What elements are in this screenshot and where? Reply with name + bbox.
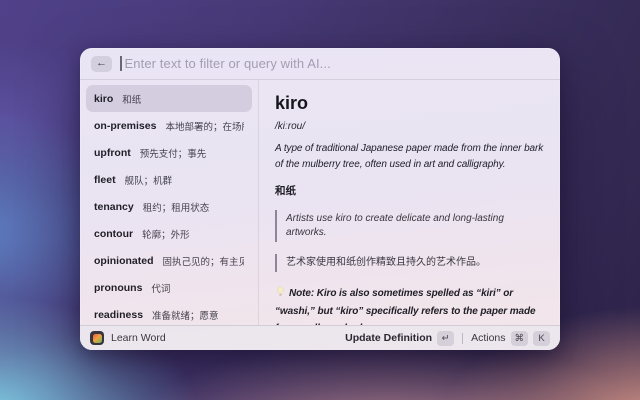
update-definition-label: Update Definition <box>345 332 433 344</box>
word-translation: 预先支付；事先 <box>139 148 207 160</box>
return-key-badge: ↵ <box>437 330 455 346</box>
word-label: opinionated <box>94 254 154 267</box>
word-translation: 固执己见的；有主见的 <box>162 256 245 268</box>
example-quote-en: Artists use kiro to create delicate and … <box>275 210 544 242</box>
app-icon-glyph <box>92 333 102 343</box>
pronunciation: /kiːrou/ <box>275 121 306 132</box>
search-input[interactable]: Enter text to filter or query with AI... <box>120 56 549 71</box>
word-label: upfront <box>94 146 131 159</box>
back-button[interactable]: ← <box>91 55 112 72</box>
usage-note: Note: Kiro is also sometimes spelled as … <box>275 285 544 325</box>
word-label: kiro <box>94 92 114 105</box>
word-translation: 舰队；机群 <box>124 175 173 187</box>
word-translation: 本地部署的；在场所内的 <box>165 121 244 133</box>
arrow-left-icon: ← <box>96 57 107 69</box>
main-content: kiro 和纸 on-premises 本地部署的；在场所内的 upfront … <box>80 80 560 325</box>
footer-bar: Learn Word Update Definition ↵ Actions ⌘… <box>80 325 560 350</box>
word-list-item[interactable]: contour 轮廓；外形 <box>86 220 252 247</box>
word-list-item[interactable]: fleet 舰队；机群 <box>86 166 252 193</box>
actions-button[interactable]: Actions ⌘ K <box>471 330 550 346</box>
command-key-badge: ⌘ <box>510 330 528 346</box>
word-label: tenancy <box>94 200 134 213</box>
update-definition-button[interactable]: Update Definition ↵ <box>345 330 455 346</box>
word-translation: 租约；租用状态 <box>142 202 210 214</box>
lightbulb-icon <box>275 286 286 303</box>
word-list-item[interactable]: on-premises 本地部署的；在场所内的 <box>86 112 252 139</box>
launcher-window: ← Enter text to filter or query with AI.… <box>80 48 560 350</box>
word-list: kiro 和纸 on-premises 本地部署的；在场所内的 upfront … <box>80 80 259 325</box>
word-list-item[interactable]: pronouns 代词 <box>86 274 252 301</box>
text-caret <box>120 56 122 71</box>
word-label: pronouns <box>94 281 143 294</box>
word-title: kiro <box>275 93 309 113</box>
search-bar: ← Enter text to filter or query with AI.… <box>80 48 560 80</box>
word-translation: 准备就绪；愿意 <box>152 310 219 322</box>
definition-text: A type of traditional Japanese paper mad… <box>275 143 544 170</box>
word-list-item[interactable]: tenancy 租约；租用状态 <box>86 193 252 220</box>
footer-divider <box>462 332 464 344</box>
note-text: Note: Kiro is also sometimes spelled as … <box>275 288 536 325</box>
translation-heading: 和纸 <box>275 185 296 197</box>
detail-panel: kiro /kiːrou/ A type of traditional Japa… <box>259 80 560 325</box>
word-translation: 轮廓；外形 <box>142 229 190 241</box>
word-translation: 和纸 <box>122 94 142 106</box>
actions-label: Actions <box>471 332 506 344</box>
word-label: on-premises <box>94 119 157 132</box>
app-name: Learn Word <box>111 332 166 344</box>
word-list-item[interactable]: upfront 预先支付；事先 <box>86 139 252 166</box>
word-label: fleet <box>94 173 116 186</box>
word-list-item[interactable]: readiness 准备就绪；愿意 <box>86 301 252 328</box>
word-label: contour <box>94 227 134 240</box>
footer-actions: Update Definition ↵ Actions ⌘ K <box>345 330 550 346</box>
search-placeholder: Enter text to filter or query with AI... <box>124 56 331 71</box>
learn-word-app-icon <box>90 331 104 345</box>
example-quote-zh: 艺术家使用和纸创作精致且持久的艺术作品。 <box>275 254 544 272</box>
word-list-item[interactable]: opinionated 固执己见的；有主见的 <box>86 247 252 274</box>
k-key-badge: K <box>533 330 550 346</box>
word-list-item[interactable]: kiro 和纸 <box>86 85 252 112</box>
word-label: readiness <box>94 308 144 321</box>
word-translation: 代词 <box>151 283 171 295</box>
